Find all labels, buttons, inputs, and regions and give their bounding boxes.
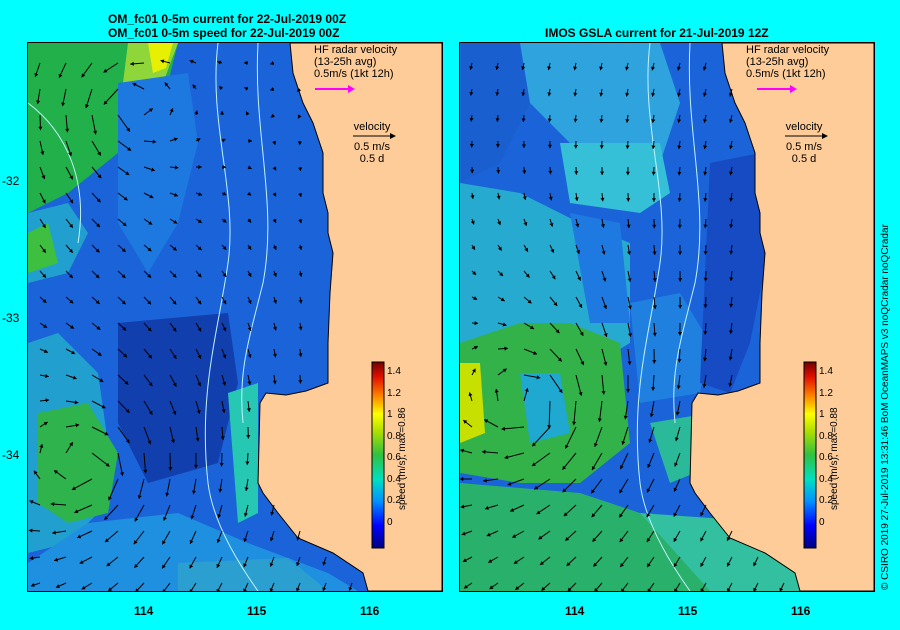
left-map-title-line1: OM_fc01 0-5m current for 22-Jul-2019 00Z — [108, 12, 347, 26]
lat-label-33: -33 — [2, 311, 20, 325]
lat-label-32: -32 — [2, 174, 20, 188]
lon-label-115-right: 115 — [678, 604, 698, 618]
lon-label-115-left: 115 — [247, 604, 267, 618]
lon-label-116-right: 116 — [791, 604, 811, 618]
colorbar-tick-label: 0 — [387, 516, 393, 528]
velocity-legend-left: velocity 0.5 m/s 0.5 d — [353, 121, 391, 165]
lat-label-34: -34 — [2, 448, 20, 462]
colorbar-tick-label: 1.4 — [387, 366, 401, 377]
credit-text: © CSIRO 2019 27-Jul-2019 13:31:46 BoM Oc… — [880, 224, 891, 590]
velocity-legend-right: velocity 0.5 m/s 0.5 d — [785, 121, 823, 165]
colorbar-tick-label: 1 — [387, 409, 393, 420]
right-colorbar — [803, 361, 817, 549]
left-speed-label: speed (m/s), max=0.86 — [397, 407, 408, 510]
hf-legend-left: HF radar velocity (13-25h avg) 0.5m/s (1kt… — [314, 44, 398, 80]
lon-label-116-left: 116 — [360, 604, 380, 618]
right-speed-label: speed (m/s), max=0.88 — [829, 407, 840, 510]
colorbar-tick-label: 1.2 — [387, 387, 401, 399]
colorbar-tick-label: 1 — [819, 409, 825, 420]
left-map-title-line2: OM_fc01 0-5m speed for 22-Jul-2019 00Z — [108, 26, 340, 40]
colorbar-tick-label: 1.2 — [819, 387, 833, 399]
left-colorbar — [371, 361, 385, 549]
colorbar-tick-label: 0 — [819, 516, 825, 528]
right-map-title: IMOS GSLA current for 21-Jul-2019 12Z — [545, 26, 769, 40]
colorbar-tick-label: 1.4 — [819, 366, 833, 377]
lon-label-114-right: 114 — [565, 604, 585, 618]
lon-label-114-left: 114 — [134, 604, 154, 618]
hf-legend-right: HF radar velocity (13-25h avg) 0.5m/s (1kt… — [746, 44, 830, 80]
